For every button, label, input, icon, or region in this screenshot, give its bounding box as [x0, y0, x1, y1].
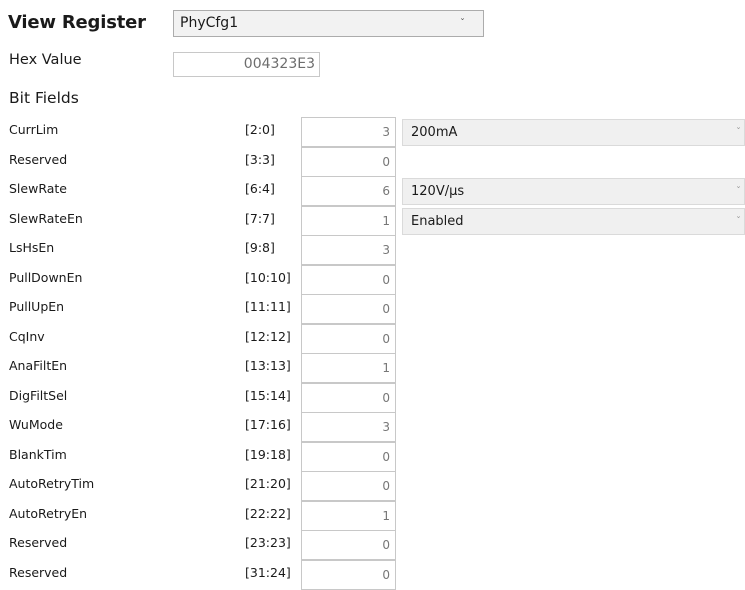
field-bit-range: [12:12]: [245, 328, 291, 344]
field-option-select[interactable]: 120V/µs ˇ: [402, 178, 745, 205]
hex-value-label: Hex Value: [9, 52, 82, 68]
bit-field-row: AnaFiltEn [13:13] 1: [0, 353, 745, 383]
page-title: View Register: [8, 12, 146, 33]
bit-field-row: PullUpEn [11:11] 0: [0, 294, 745, 324]
field-bit-range: [15:14]: [245, 387, 291, 403]
field-name: BlankTim: [9, 446, 67, 462]
field-value-input[interactable]: 1: [301, 353, 396, 383]
field-value-input[interactable]: 3: [301, 117, 396, 147]
field-value-input[interactable]: 0: [301, 294, 396, 324]
bit-field-row: AutoRetryEn [22:22] 1: [0, 500, 745, 531]
chevron-down-icon: ˇ: [736, 215, 741, 227]
field-name: CurrLim: [9, 122, 59, 137]
field-bit-range: [7:7]: [245, 210, 275, 226]
bit-fields-label: Bit Fields: [9, 89, 79, 107]
field-bit-range: [13:13]: [245, 358, 291, 373]
field-name: PullUpEn: [9, 299, 65, 314]
bit-field-row: CurrLim [2:0] 3 200mA ˇ: [0, 117, 745, 147]
field-name: Reserved: [9, 564, 68, 580]
bit-field-row: PullDownEn [10:10] 0: [0, 264, 745, 295]
bit-field-row: Reserved [23:23] 0: [0, 530, 745, 560]
bit-field-row: SlewRateEn [7:7] 1 Enabled ˇ: [0, 205, 745, 236]
field-value-input[interactable]: 6: [301, 176, 396, 206]
register-select-value: PhyCfg1: [180, 15, 239, 31]
chevron-down-icon: ˇ: [460, 18, 465, 29]
bit-field-row: Reserved [31:24] 0: [0, 559, 745, 590]
field-option-select[interactable]: 200mA ˇ: [402, 119, 745, 146]
field-value-input[interactable]: 0: [301, 264, 396, 295]
field-option-value: Enabled: [411, 213, 464, 229]
field-bit-range: [2:0]: [245, 122, 275, 137]
field-name: AnaFiltEn: [9, 358, 68, 373]
field-value-input[interactable]: 1: [301, 500, 396, 531]
field-bit-range: [31:24]: [245, 564, 291, 580]
field-name: PullDownEn: [9, 269, 83, 285]
field-name: SlewRate: [9, 181, 67, 196]
field-name: AutoRetryTim: [9, 476, 95, 491]
field-name: DigFiltSel: [9, 387, 68, 403]
field-bit-range: [11:11]: [245, 299, 291, 314]
field-bit-range: [19:18]: [245, 446, 291, 462]
field-value-input[interactable]: 0: [301, 323, 396, 354]
field-bit-range: [23:23]: [245, 535, 291, 550]
bit-field-row: SlewRate [6:4] 6 120V/µs ˇ: [0, 176, 745, 206]
field-option-select[interactable]: Enabled ˇ: [402, 207, 745, 235]
field-value-input[interactable]: 1: [301, 205, 396, 236]
field-bit-range: [21:20]: [245, 476, 291, 491]
bit-field-row: BlankTim [19:18] 0: [0, 441, 745, 472]
register-select[interactable]: PhyCfg1 ˇ: [173, 10, 484, 37]
field-value-input[interactable]: 0: [301, 382, 396, 413]
field-name: SlewRateEn: [9, 210, 83, 226]
field-value-input[interactable]: 0: [301, 559, 396, 590]
bit-field-row: DigFiltSel [15:14] 0: [0, 382, 745, 413]
field-option-value: 120V/µs: [411, 184, 465, 199]
field-value-input[interactable]: 0: [301, 441, 396, 472]
field-value-input[interactable]: 0: [301, 146, 396, 177]
field-name: WuMode: [9, 417, 63, 432]
bit-field-row: AutoRetryTim [21:20] 0: [0, 471, 745, 501]
field-value-input[interactable]: 0: [301, 471, 396, 501]
field-value-input[interactable]: 3: [301, 412, 396, 442]
bit-field-row: CqInv [12:12] 0: [0, 323, 745, 354]
field-bit-range: [6:4]: [245, 181, 275, 196]
field-bit-range: [3:3]: [245, 151, 275, 167]
field-name: LsHsEn: [9, 240, 55, 255]
hex-value-field[interactable]: 004323E3: [173, 52, 320, 77]
chevron-down-icon: ˇ: [736, 127, 741, 138]
field-value-input[interactable]: 0: [301, 530, 396, 560]
field-bit-range: [22:22]: [245, 505, 291, 521]
field-name: CqInv: [9, 328, 45, 344]
chevron-down-icon: ˇ: [736, 186, 741, 197]
field-value-input[interactable]: 3: [301, 235, 396, 265]
bit-field-row: WuMode [17:16] 3: [0, 412, 745, 442]
field-name: Reserved: [9, 535, 68, 550]
field-name: Reserved: [9, 151, 68, 167]
field-name: AutoRetryEn: [9, 505, 88, 521]
field-bit-range: [10:10]: [245, 269, 291, 285]
field-bit-range: [9:8]: [245, 240, 275, 255]
field-bit-range: [17:16]: [245, 417, 291, 432]
bit-field-row: Reserved [3:3] 0: [0, 146, 745, 177]
bit-field-row: LsHsEn [9:8] 3: [0, 235, 745, 265]
field-option-value: 200mA: [411, 125, 458, 140]
